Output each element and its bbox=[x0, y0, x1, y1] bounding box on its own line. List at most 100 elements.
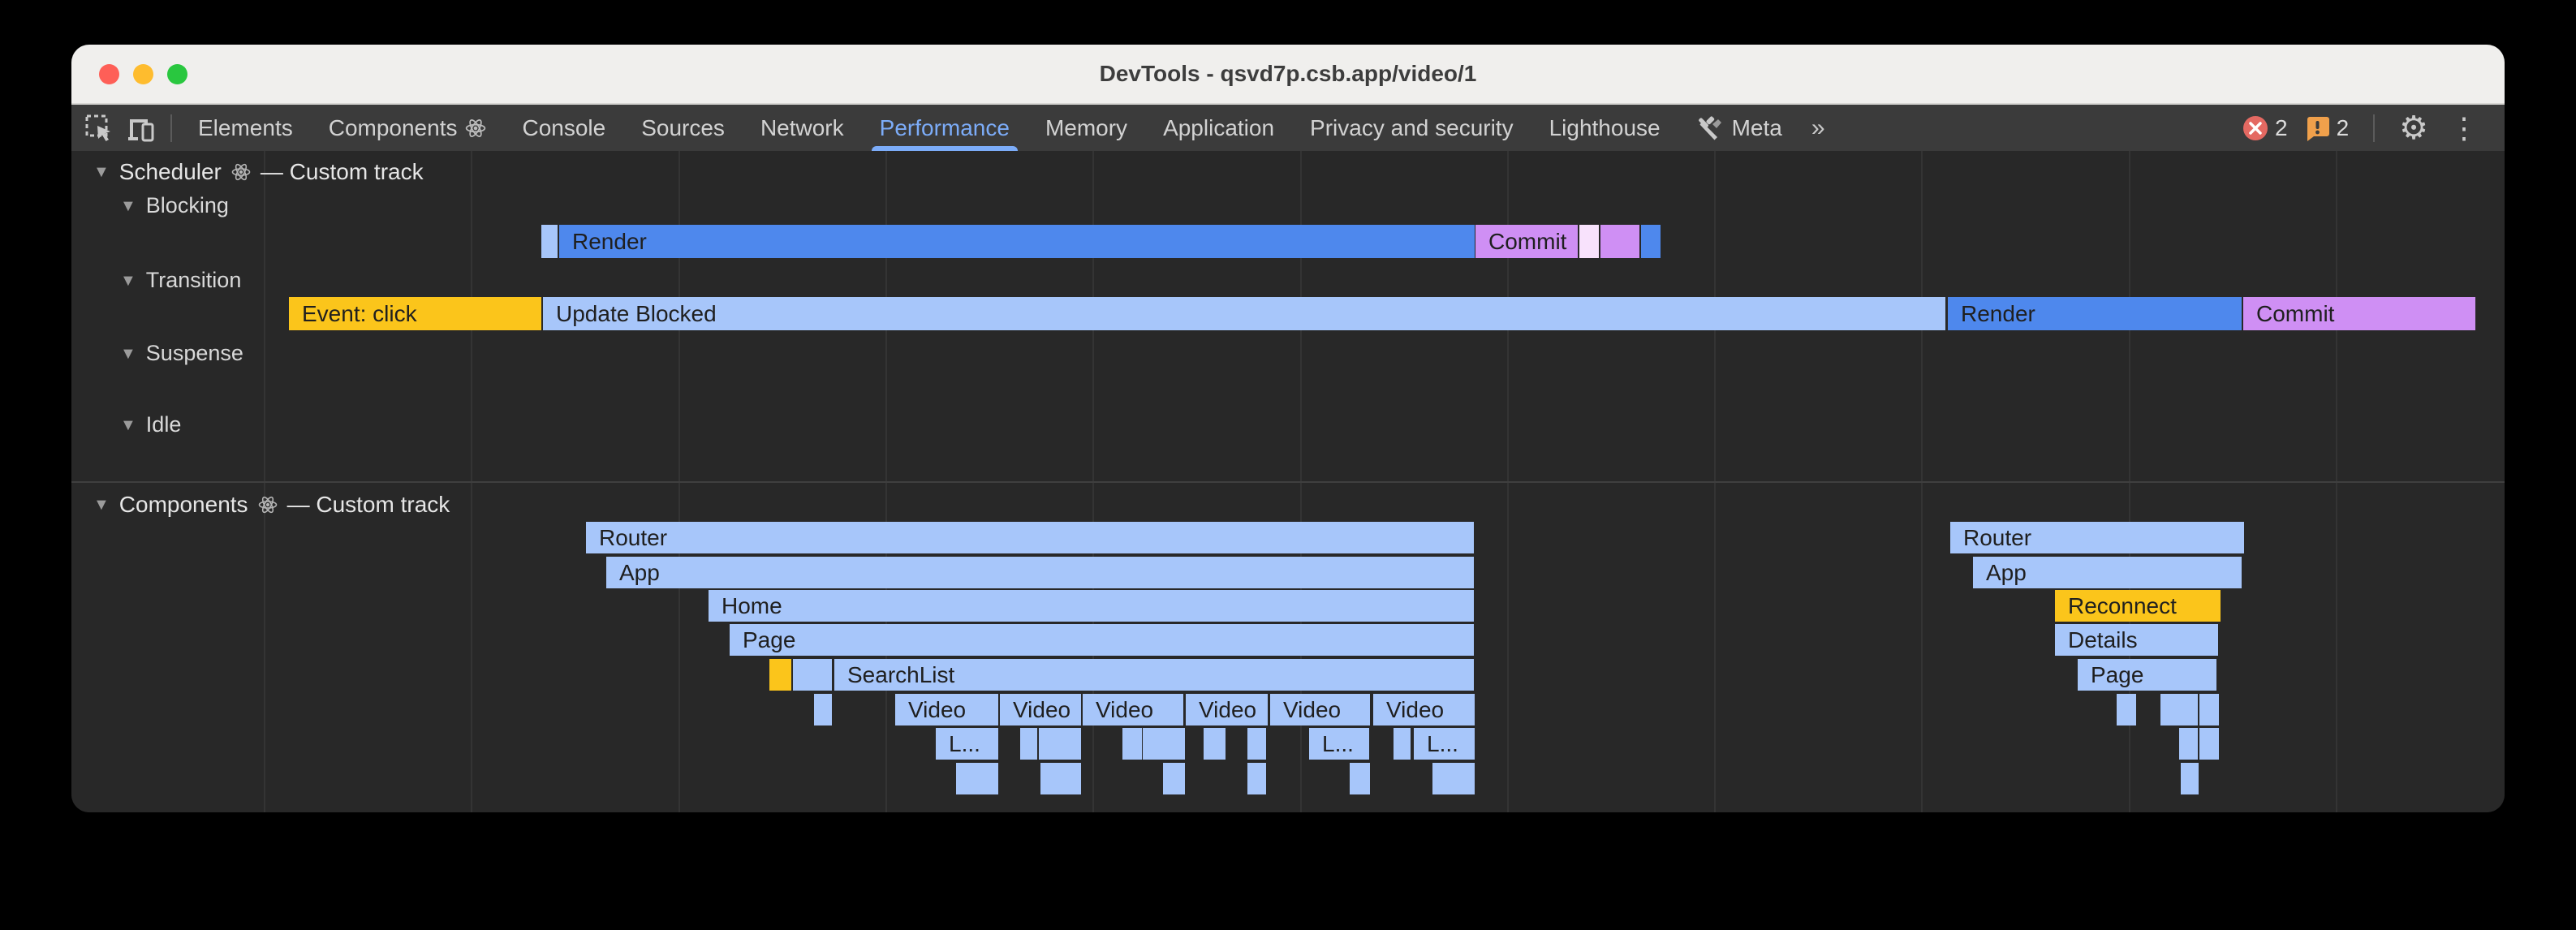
flamechart-entry[interactable] bbox=[1143, 728, 1185, 760]
panel-tabs: ElementsComponentsConsoleSourcesNetworkP… bbox=[180, 105, 1800, 151]
flamechart-entry-video[interactable]: Video bbox=[895, 694, 998, 725]
tab-privacy-and-security[interactable]: Privacy and security bbox=[1292, 105, 1531, 151]
track-header-components[interactable]: ▼Components— Custom track bbox=[93, 492, 450, 518]
flamechart-entry[interactable] bbox=[1247, 763, 1266, 794]
collapse-triangle-icon[interactable]: ▼ bbox=[120, 273, 136, 289]
collapse-triangle-icon[interactable]: ▼ bbox=[120, 417, 136, 433]
issues-badge[interactable]: 2 bbox=[2304, 115, 2350, 141]
flamechart-entry[interactable] bbox=[1394, 728, 1411, 760]
settings-button[interactable]: ⚙ bbox=[2399, 112, 2428, 144]
flamechart-entry-commit[interactable]: Commit bbox=[1475, 225, 1578, 258]
collapse-triangle-icon[interactable]: ▼ bbox=[93, 164, 110, 180]
flamechart-entry[interactable] bbox=[1020, 728, 1037, 760]
flamechart-entry-home[interactable]: Home bbox=[709, 590, 1474, 622]
hammer-wrench-icon bbox=[1696, 114, 1724, 142]
flamechart-entry-page[interactable]: Page bbox=[730, 624, 1474, 656]
tab-lighthouse[interactable]: Lighthouse bbox=[1531, 105, 1678, 151]
flamechart-entry-video[interactable]: Video bbox=[1186, 694, 1268, 725]
flamechart-entry[interactable] bbox=[2181, 763, 2199, 794]
gear-icon: ⚙ bbox=[2399, 112, 2428, 144]
performance-flamechart[interactable]: ▼Scheduler— Custom track▼Blocking▼Transi… bbox=[71, 151, 2505, 812]
titlebar[interactable]: DevTools - qsvd7p.csb.app/video/1 bbox=[71, 45, 2505, 105]
track-header-scheduler[interactable]: ▼Scheduler— Custom track bbox=[93, 159, 424, 185]
kebab-menu-icon: ⋮ bbox=[2449, 114, 2479, 143]
flamechart-entry-l-[interactable]: L... bbox=[1309, 728, 1369, 760]
flamechart-entry[interactable] bbox=[1204, 728, 1226, 760]
flamechart-entry[interactable] bbox=[541, 225, 558, 258]
react-logo-icon bbox=[465, 118, 486, 139]
flamechart-entry[interactable] bbox=[2179, 728, 2198, 760]
flamechart-entry-event-click[interactable]: Event: click bbox=[289, 297, 541, 330]
tab-label: Meta bbox=[1732, 115, 1782, 141]
flamechart-entry[interactable] bbox=[1247, 728, 1266, 760]
flamechart-entry-app[interactable]: App bbox=[1973, 557, 2242, 588]
flamechart-entry[interactable] bbox=[1600, 225, 1639, 258]
more-tabs-button[interactable]: » bbox=[1800, 105, 1837, 151]
tab-meta[interactable]: Meta bbox=[1678, 105, 1800, 151]
flamechart-entry-page[interactable]: Page bbox=[2078, 659, 2216, 691]
flamechart-entry[interactable] bbox=[2199, 694, 2219, 725]
flamechart-entry-details[interactable]: Details bbox=[2055, 624, 2218, 656]
tab-label: Privacy and security bbox=[1310, 115, 1514, 141]
inspect-icon bbox=[85, 114, 113, 142]
zoom-button[interactable] bbox=[167, 64, 187, 84]
tab-console[interactable]: Console bbox=[504, 105, 623, 151]
flamechart-entry-router[interactable]: Router bbox=[586, 522, 1474, 553]
flamechart-entry-reconnect[interactable]: Reconnect bbox=[2055, 590, 2221, 622]
tab-performance[interactable]: Performance bbox=[862, 105, 1027, 151]
inspect-element-button[interactable] bbox=[78, 105, 120, 151]
flamechart-entry[interactable] bbox=[2117, 694, 2136, 725]
flamechart-entry-l-[interactable]: L... bbox=[936, 728, 998, 760]
console-errors-badge[interactable]: 2 bbox=[2242, 115, 2288, 141]
flamechart-entry[interactable] bbox=[769, 659, 791, 691]
flamechart-entry[interactable] bbox=[2160, 694, 2198, 725]
tab-application[interactable]: Application bbox=[1145, 105, 1292, 151]
track-subtitle: — Custom track bbox=[261, 159, 424, 185]
flamechart-entry-video[interactable]: Video bbox=[1373, 694, 1475, 725]
lane-blocking[interactable]: ▼Blocking bbox=[120, 193, 229, 218]
flamechart-entry[interactable] bbox=[1432, 763, 1475, 794]
flamechart-entry-searchlist[interactable]: SearchList bbox=[834, 659, 1474, 691]
tab-components[interactable]: Components bbox=[311, 105, 505, 151]
tab-label: Components bbox=[329, 115, 458, 141]
device-toolbar-button[interactable] bbox=[120, 105, 162, 151]
flamechart-entry[interactable] bbox=[1040, 763, 1081, 794]
minimize-button[interactable] bbox=[133, 64, 153, 84]
traffic-lights bbox=[99, 45, 187, 103]
tab-network[interactable]: Network bbox=[743, 105, 862, 151]
close-button[interactable] bbox=[99, 64, 119, 84]
flamechart-entry[interactable] bbox=[1641, 225, 1661, 258]
flamechart-entry[interactable] bbox=[1579, 225, 1599, 258]
flamechart-entry[interactable] bbox=[956, 763, 998, 794]
flamechart-entry[interactable] bbox=[1163, 763, 1185, 794]
flamechart-entry[interactable] bbox=[1039, 728, 1081, 760]
flamechart-entry-video[interactable]: Video bbox=[1270, 694, 1370, 725]
flamechart-entry[interactable] bbox=[2199, 728, 2219, 760]
flamechart-entry-app[interactable]: App bbox=[606, 557, 1474, 588]
tab-sources[interactable]: Sources bbox=[623, 105, 743, 151]
track-title: Components bbox=[119, 492, 248, 518]
flamechart-entry-video[interactable]: Video bbox=[1000, 694, 1081, 725]
flamechart-entry-render[interactable]: Render bbox=[1948, 297, 2242, 330]
flamechart-entry[interactable] bbox=[1122, 728, 1142, 760]
flamechart-entry-update-blocked[interactable]: Update Blocked bbox=[543, 297, 1945, 330]
lane-suspense[interactable]: ▼Suspense bbox=[120, 341, 243, 366]
flamechart-entry-l-[interactable]: L... bbox=[1414, 728, 1475, 760]
tab-memory[interactable]: Memory bbox=[1027, 105, 1145, 151]
flamechart-entry[interactable] bbox=[1350, 763, 1370, 794]
main-menu-button[interactable]: ⋮ bbox=[2445, 114, 2483, 143]
flamechart-entry-video[interactable]: Video bbox=[1083, 694, 1183, 725]
flamechart-entry[interactable] bbox=[814, 694, 832, 725]
tab-elements[interactable]: Elements bbox=[180, 105, 311, 151]
lane-idle[interactable]: ▼Idle bbox=[120, 412, 181, 437]
flamechart-entry-router[interactable]: Router bbox=[1950, 522, 2244, 553]
lane-transition[interactable]: ▼ Transition bbox=[120, 268, 241, 293]
flamechart-entry-commit[interactable]: Commit bbox=[2243, 297, 2475, 330]
flamechart-entry-render[interactable]: Render bbox=[559, 225, 1475, 258]
flamechart-entry[interactable] bbox=[793, 659, 832, 691]
collapse-triangle-icon[interactable]: ▼ bbox=[120, 346, 136, 362]
collapse-triangle-icon[interactable]: ▼ bbox=[120, 198, 136, 214]
lane-label: Transition bbox=[146, 268, 242, 293]
issue-icon bbox=[2304, 115, 2330, 141]
collapse-triangle-icon[interactable]: ▼ bbox=[93, 497, 110, 513]
